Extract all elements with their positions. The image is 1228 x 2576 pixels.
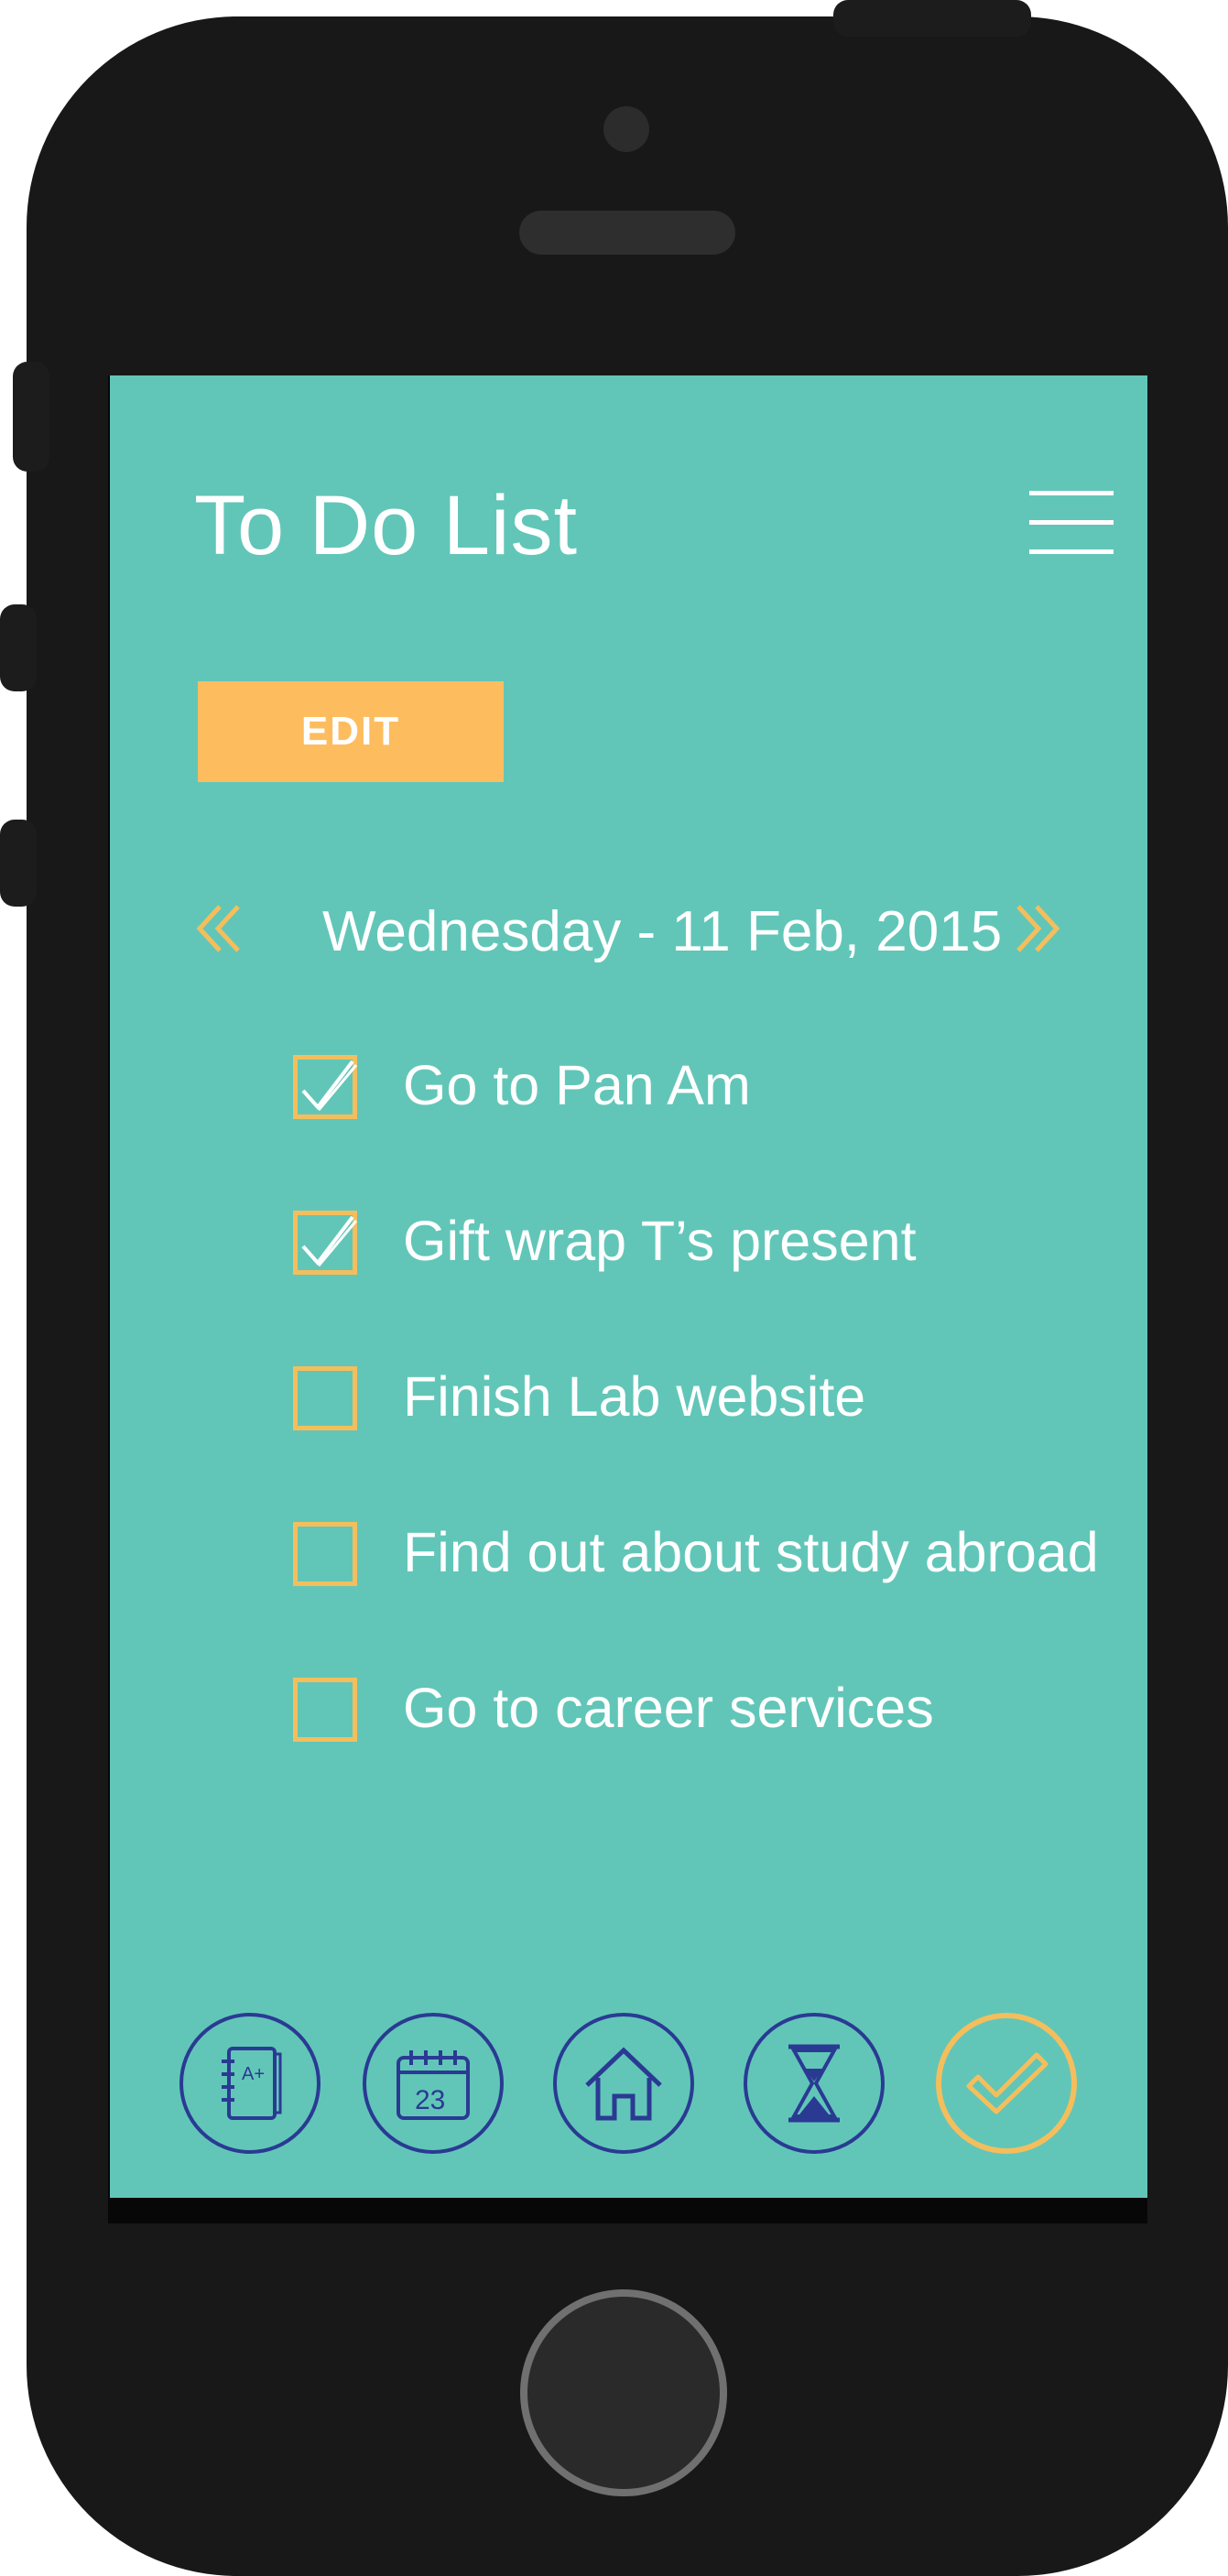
task-item[interactable]: Finish Lab website <box>293 1363 1117 1436</box>
front-camera <box>603 106 649 152</box>
task-item[interactable]: Go to Pan Am <box>293 1051 1117 1125</box>
mute-switch <box>13 362 49 472</box>
checkmark-icon <box>301 1215 358 1267</box>
task-item[interactable]: Go to career services <box>293 1674 1117 1747</box>
task-item[interactable]: Gift wrap T’s present <box>293 1207 1117 1280</box>
edit-button[interactable]: EDIT <box>198 681 504 782</box>
task-label: Gift wrap T’s present <box>403 1210 917 1272</box>
nav-todo-button[interactable] <box>936 2013 1077 2154</box>
home-button[interactable] <box>520 2289 727 2496</box>
svg-text:A+: A+ <box>242 2064 265 2084</box>
task-checkbox[interactable] <box>293 1678 357 1742</box>
task-label: Go to Pan Am <box>403 1054 751 1116</box>
chevron-right-icon[interactable] <box>1007 901 1062 956</box>
page-title: To Do List <box>194 479 579 572</box>
task-label: Finish Lab website <box>403 1365 866 1428</box>
notebook-icon: A+ <box>222 2047 282 2120</box>
hourglass-icon <box>788 2044 840 2123</box>
svg-text:23: 23 <box>415 2085 445 2115</box>
date-navigator: Wednesday - 11 Feb, 2015 <box>194 888 1110 980</box>
app-screen: To Do List EDIT Wednesday - 11 Feb, 2015 <box>110 375 1147 2198</box>
checkmark-icon <box>301 1060 358 1112</box>
task-checkbox[interactable] <box>293 1366 357 1430</box>
hamburger-menu-icon[interactable] <box>1029 487 1114 559</box>
task-item[interactable]: Find out about study abroad <box>293 1518 1117 1592</box>
task-checkbox[interactable] <box>293 1211 358 1275</box>
home-icon <box>585 2047 662 2121</box>
power-button <box>833 0 1031 37</box>
task-label: Go to career services <box>403 1677 934 1739</box>
chevron-left-icon[interactable] <box>194 901 249 956</box>
nav-grades-button[interactable]: A+ <box>179 2013 321 2154</box>
volume-down-button <box>0 820 37 907</box>
calendar-icon: 23 <box>397 2050 470 2120</box>
checkmark-icon <box>966 2052 1049 2114</box>
current-date: Wednesday - 11 Feb, 2015 <box>322 900 1003 963</box>
volume-up-button <box>0 604 37 691</box>
task-checkbox[interactable] <box>293 1055 358 1119</box>
task-label: Find out about study abroad <box>403 1521 1099 1583</box>
nav-timer-button[interactable] <box>744 2013 885 2154</box>
nav-calendar-button[interactable]: 23 <box>363 2013 504 2154</box>
nav-home-button[interactable] <box>553 2013 694 2154</box>
task-checkbox[interactable] <box>293 1522 357 1586</box>
earpiece-speaker <box>519 211 735 255</box>
